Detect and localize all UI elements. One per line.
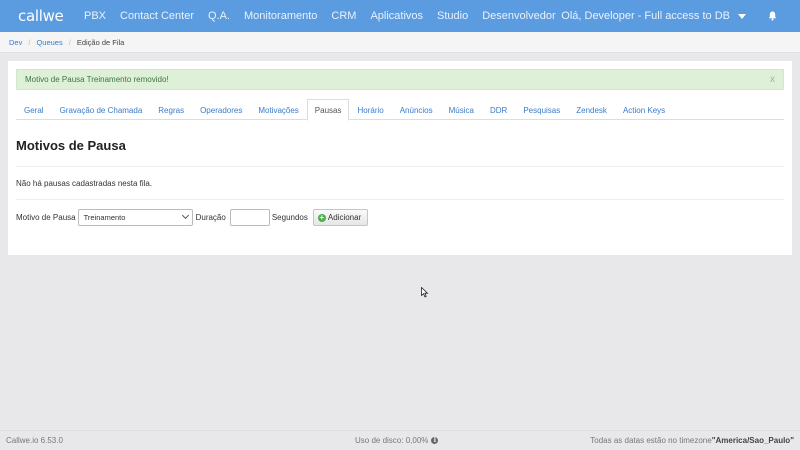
footer: Callwe.io 6.53.0 Uso de disco: 0,00% i T… <box>0 430 800 450</box>
tab-pausas[interactable]: Pausas <box>306 99 350 121</box>
tab-zendesk[interactable]: Zendesk <box>568 99 615 120</box>
success-alert: Motivo de Pausa Treinamento removido! x <box>16 69 784 90</box>
plus-icon: + <box>317 212 326 222</box>
tab-operadores[interactable]: Operadores <box>192 99 250 120</box>
alert-close-button[interactable]: x <box>770 74 775 85</box>
main-nav: PBX Contact Center Q.A. Monitoramento CRM Apl… <box>84 10 570 22</box>
add-pause-form: Motivo de Pausa Treinamento Duração Segu… <box>16 209 369 226</box>
add-button[interactable]: + Adicionar <box>312 209 369 226</box>
brand-logo[interactable]: callwe <box>18 7 74 25</box>
motivo-select-value: Treinamento <box>83 213 126 222</box>
motivo-label: Motivo de Pausa <box>16 213 76 222</box>
mouse-cursor-icon <box>421 287 429 298</box>
chevron-down-icon <box>181 211 189 220</box>
tab-motivacoes[interactable]: Motivações <box>250 99 306 120</box>
breadcrumb-separator: / <box>28 37 31 47</box>
nav-item-aplicativos[interactable]: Aplicativos <box>370 10 423 22</box>
duracao-input[interactable] <box>229 209 270 226</box>
info-icon[interactable]: i <box>431 437 439 444</box>
tab-anuncios[interactable]: Anúncios <box>392 99 441 120</box>
tab-horario[interactable]: Horário <box>349 99 391 120</box>
tab-regras[interactable]: Regras <box>150 99 192 120</box>
disk-usage: Uso de disco: 0,00% i <box>355 436 439 445</box>
page-title: Motivos de Pausa <box>16 138 126 153</box>
add-button-label: Adicionar <box>327 213 362 222</box>
disk-usage-text: Uso de disco: 0,00% <box>355 436 429 445</box>
tab-ddr[interactable]: DDR <box>482 99 515 120</box>
divider <box>16 199 784 200</box>
breadcrumb: Dev / Queues / Edição de Fila <box>0 32 800 53</box>
nav-item-monitoramento[interactable]: Monitoramento <box>244 10 317 22</box>
tab-action-keys[interactable]: Action Keys <box>615 99 673 120</box>
app-version: Callwe.io 6.53.0 <box>6 436 63 445</box>
chevron-down-icon <box>738 13 746 19</box>
nav-item-qa[interactable]: Q.A. <box>208 10 230 22</box>
user-menu-label: Olá, Developer - Full access to DB <box>561 10 730 22</box>
motivo-select[interactable]: Treinamento <box>77 209 193 226</box>
alert-message: Motivo de Pausa Treinamento removido! <box>25 75 169 84</box>
tab-musica[interactable]: Música <box>441 99 482 120</box>
nav-item-studio[interactable]: Studio <box>437 10 468 22</box>
queue-tabs: Geral Gravação de Chamada Regras Operadores… <box>16 99 784 121</box>
nav-item-pbx[interactable]: PBX <box>84 10 106 22</box>
timezone-value: "America/Sao_Paulo" <box>711 436 794 445</box>
user-menu[interactable]: Olá, Developer - Full access to DB <box>561 0 746 32</box>
breadcrumb-separator: / <box>68 37 71 47</box>
divider <box>16 166 784 167</box>
breadcrumb-current: Edição de Fila <box>76 37 125 47</box>
timezone-info: Todas as datas estão no timezone"America… <box>590 436 794 445</box>
tab-geral[interactable]: Geral <box>16 99 52 120</box>
top-navbar: callwe PBX Contact Center Q.A. Monitorament… <box>0 0 800 32</box>
breadcrumb-queues[interactable]: Queues <box>36 38 62 47</box>
tab-gravacao-de-chamada[interactable]: Gravação de Chamada <box>52 99 151 120</box>
bell-icon[interactable] <box>768 11 777 21</box>
breadcrumb-dev[interactable]: Dev <box>9 38 22 47</box>
nav-item-contact-center[interactable]: Contact Center <box>120 10 194 22</box>
segundos-label: Segundos <box>271 213 308 222</box>
empty-state-message: Não há pausas cadastradas nesta fila. <box>16 179 153 188</box>
nav-item-desenvolvedor[interactable]: Desenvolvedor <box>482 10 555 22</box>
timezone-prefix: Todas as datas estão no timezone <box>590 436 712 445</box>
duracao-label: Duração <box>195 213 226 222</box>
content-panel: Motivo de Pausa Treinamento removido! x … <box>8 61 792 255</box>
tab-pesquisas[interactable]: Pesquisas <box>515 99 568 120</box>
nav-item-crm[interactable]: CRM <box>331 10 356 22</box>
